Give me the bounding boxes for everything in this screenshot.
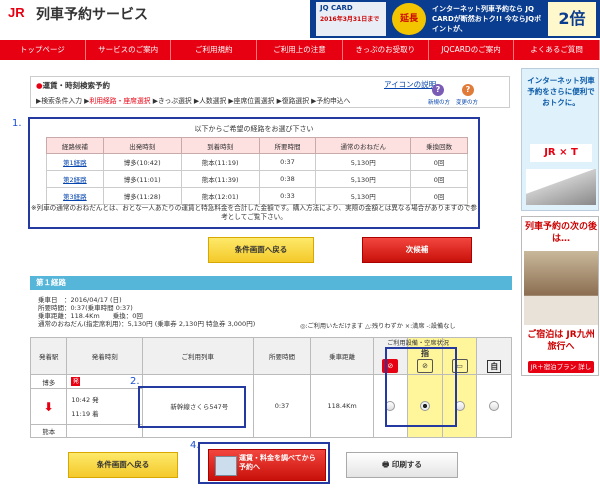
table-cell: 0:38	[258, 170, 317, 188]
col-header: 乗換回数	[410, 137, 468, 154]
seat-head-free: 自	[476, 337, 512, 375]
table-cell: 0:37	[258, 153, 317, 171]
ad-jr-travel[interactable]: 列車予約の次の後は… ご宿泊は JR九州旅行へ JR＋宿泊プラン 詳しくはこちら	[521, 216, 599, 383]
nav-jqcard[interactable]: JQCARDのご案内	[429, 40, 515, 60]
icon-help-link[interactable]: アイコンの説明	[384, 79, 436, 90]
printer-icon: 🖶	[382, 460, 392, 469]
banner-message: インターネット列車予約なら JQ CARDが断然おトク!! 今ならJQポイントが…	[432, 5, 542, 33]
table-header-row: 経路候補 出発時刻 到着時刻 所要時間 通常のおねだん 乗換回数	[46, 137, 468, 154]
ad2-details-button[interactable]: JR＋宿泊プラン 詳しくはこちら	[528, 361, 594, 383]
highlight-box-3	[385, 347, 457, 427]
step-return: 復路選択	[281, 97, 310, 105]
shinkansen-image	[526, 169, 596, 205]
step-progress: ▶検索条件入力 ▶利用経路・座席選択 ▶きっぷ選択 ▶人数選択 ▶座席位置選択 …	[36, 97, 351, 105]
table-cell: 0回	[410, 153, 468, 171]
distance: 118.4Km	[310, 374, 374, 438]
check-fare-then-reserve-button[interactable]: 運賃・料金を調べてから予約へ	[208, 449, 326, 481]
back-to-conditions-button[interactable]: 条件画面へ戻る	[208, 237, 314, 263]
site-title: 列車予約サービス	[36, 7, 148, 23]
table-cell: 5,130円	[315, 170, 412, 188]
fare-note: ※列車の通常のおねだんとは、おとな一人あたりの運賃と特急料金を合計した金額です。…	[30, 204, 478, 221]
ad-jr-tpoint[interactable]: インターネット列車予約をさらに便利でおトクに。 JR × T	[521, 68, 599, 211]
route-link-1[interactable]: 第1経路	[63, 159, 87, 167]
table-cell: 0回	[410, 170, 468, 188]
table-row: 第2経路 博多(11:01) 熊本(11:39) 0:38 5,130円 0回	[46, 170, 468, 188]
route-link-3[interactable]: 第3経路	[63, 193, 87, 201]
duration: 0:37	[252, 374, 312, 438]
table-row: 第3経路 博多(11:28) 熊本(12:01) 0:33 5,130円 0回	[46, 187, 468, 205]
step-conditions: 検索条件入力	[41, 97, 83, 105]
step-ticket: きっぷ選択	[157, 97, 192, 105]
marker-1: 1.	[12, 118, 22, 129]
seat-legend: ◎:ご利用いただけます △:残りわずか ×:満席 -:設備なし	[300, 323, 456, 330]
route-link-2[interactable]: 第2経路	[63, 176, 87, 184]
nav-faq[interactable]: よくあるご質問	[514, 40, 600, 60]
col-header: 乗車距離	[310, 337, 374, 375]
route-candidates-table: 経路候補 出発時刻 到着時刻 所要時間 通常のおねだん 乗換回数 第1経路 博多…	[46, 137, 468, 205]
step-route-seat: 利用経路・座席選択	[89, 97, 151, 105]
table-cell: 熊本(11:19)	[180, 153, 260, 171]
nav-terms[interactable]: ご利用規約	[171, 40, 258, 60]
col-header: 発着時刻	[66, 337, 144, 375]
col-header: 所要時間	[252, 337, 312, 375]
table-cell: 熊本(11:39)	[180, 170, 260, 188]
col-header: 経路候補	[46, 137, 104, 154]
banner-extension-badge: 延長	[392, 3, 426, 35]
next-candidate-button[interactable]: 次候補	[362, 237, 472, 263]
table-cell: 博多(11:28)	[102, 187, 182, 205]
ad1-logos: JR × T	[530, 144, 592, 162]
table-cell: 0:33	[258, 187, 317, 205]
table-row: 第1経路 博多(10:42) 熊本(11:19) 0:37 5,130円 0回	[46, 153, 468, 171]
ad2-title: 列車予約の次の後は…	[524, 222, 597, 244]
back-to-conditions-button-bottom[interactable]: 条件画面へ戻る	[68, 452, 178, 478]
nav-notes[interactable]: ご利用上の注意	[257, 40, 343, 60]
print-button[interactable]: 🖶 印刷する	[346, 452, 458, 478]
trip-date: 乗車日 ：2016/04/17 (日)	[38, 296, 122, 304]
nav-top[interactable]: トップページ	[0, 40, 86, 60]
hotel-room-image	[524, 251, 598, 325]
magnifier-icon	[215, 456, 237, 476]
ad2-subtitle: ご宿泊は JR九州旅行へ	[527, 330, 595, 352]
station-to: 熊本	[29, 424, 68, 438]
svg-text:JR: JR	[8, 5, 25, 20]
departure-time: 10:42 発	[71, 395, 99, 404]
trip-distance: 乗車距離：118.4Km 乗換：0回	[38, 312, 143, 320]
table-cell: 5,130円	[315, 153, 412, 171]
col-header: 到着時刻	[180, 137, 260, 154]
col-header: 出発時刻	[102, 137, 182, 154]
help-change-icon[interactable]: ?	[462, 84, 474, 96]
route-instruction: 以下からご希望の経路をお選び下さい	[194, 125, 314, 133]
seat-radio-free[interactable]	[489, 401, 500, 411]
jq-card-banner[interactable]: JQ CARD 2016年3月31日まで 延長 インターネット列車予約なら JQ…	[310, 0, 600, 38]
trip-duration: 所要時間：0:37(乗車時間 0:37)	[38, 304, 133, 312]
departure-icon: 発	[71, 377, 81, 386]
route-1-header: 第１経路	[30, 276, 512, 290]
table-cell: 5,130円	[315, 187, 412, 205]
table-cell: 博多(10:42)	[102, 153, 182, 171]
col-header: 通常のおねだん	[315, 137, 412, 154]
table-cell: 博多(11:01)	[102, 170, 182, 188]
jr-logo[interactable]: JR	[6, 4, 30, 22]
nav-ticket-pickup[interactable]: きっぷのお受取り	[343, 40, 429, 60]
table-cell: 0回	[410, 187, 468, 205]
arrow-down-icon: ⬇	[43, 399, 54, 414]
nav-services[interactable]: サービスのご案内	[86, 40, 172, 60]
step-apply: 予約申込へ	[316, 97, 351, 105]
col-header: 発着駅	[29, 337, 68, 375]
global-nav: トップページ サービスのご案内 ご利用規約 ご利用上の注意 きっぷのお受取り J…	[0, 40, 600, 60]
highlight-box-2	[138, 386, 246, 428]
banner-card-label: JQ CARD 2016年3月31日まで	[316, 2, 386, 36]
arrival-time: 11:19 着	[71, 409, 99, 418]
ad1-text: インターネット列車予約をさらに便利でおトクに。	[527, 76, 595, 107]
step-people: 人数選択	[199, 97, 227, 105]
col-header: ご利用列車	[142, 337, 254, 375]
banner-multiplier: 2倍	[548, 2, 596, 36]
steps-title: ●運賃・時刻検索予約	[36, 81, 111, 90]
step-seat-position: 座席位置選択	[233, 97, 275, 105]
table-cell: 熊本(12:01)	[180, 187, 260, 205]
station-from: 博多	[29, 374, 68, 389]
help-change-label: 変更の方	[456, 100, 479, 106]
col-header: 所要時間	[258, 137, 317, 154]
seat-availability-label: ご利用設備・空席状況	[387, 340, 449, 347]
